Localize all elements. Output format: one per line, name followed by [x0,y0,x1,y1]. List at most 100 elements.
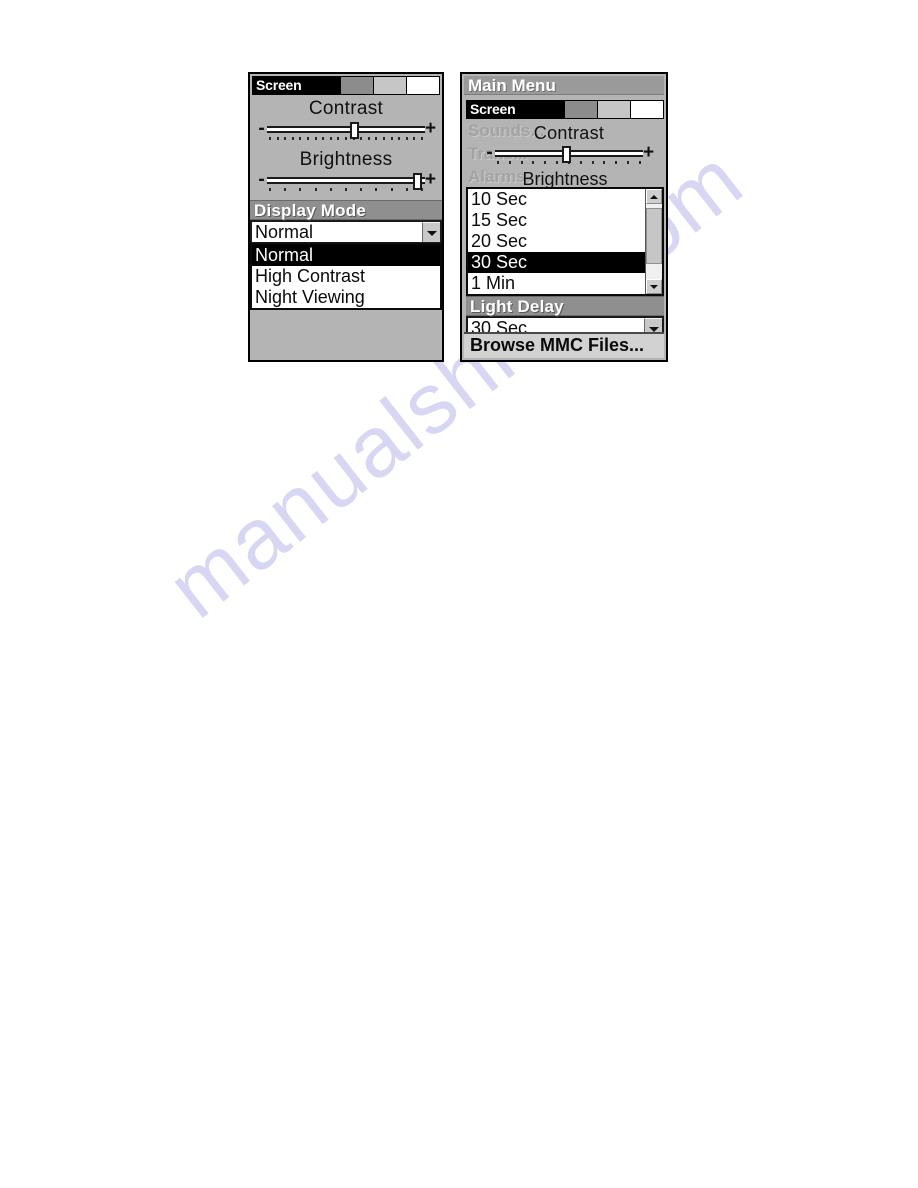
slider-tick [591,161,594,164]
light-delay-option[interactable]: 10 Sec [468,189,645,210]
contrast-swatch-white [406,77,439,94]
brightness-slider-row[interactable]: - + [256,170,436,190]
slider-tick [544,161,547,164]
contrast-slider-group-right: Contrast - + [466,122,664,167]
contrast-swatch-light-gray [373,77,406,94]
display-mode-option[interactable]: Night Viewing [252,287,440,308]
main-menu-header: Main Menu [464,76,664,95]
light-delay-options[interactable]: 10 Sec 15 Sec 20 Sec 30 Sec 1 Min [468,189,645,294]
contrast-track-wrap[interactable] [267,121,425,139]
screen-titlebar-label: Screen [253,77,306,94]
scrollbar-track[interactable] [646,204,662,279]
slider-tick [508,161,511,164]
brightness-minus-sign[interactable]: - [256,170,267,189]
slider-tick [390,137,393,140]
contrast-tickmarks [269,137,423,143]
brightness-plus-sign[interactable]: + [425,170,436,189]
contrast-label: Contrast [308,98,384,119]
slider-tick [284,188,287,191]
screen-settings-overlay: Screen Contrast - + Brightness 10 Sec 15… [466,100,664,340]
slider-tick [556,161,559,164]
slider-tick [367,137,370,140]
slider-tick [627,161,630,164]
slider-tick [269,188,271,191]
light-delay-option[interactable]: 30 Sec [468,252,645,273]
display-mode-selected-value: Normal [255,222,314,242]
scrollbar-thumb[interactable] [646,208,662,264]
slider-tick [360,137,363,140]
light-delay-option[interactable]: 15 Sec [468,210,645,231]
browse-mmc-files-button[interactable]: Browse MMC Files... [464,332,664,358]
slider-tick [375,137,378,140]
contrast-slider-row[interactable]: - + [256,119,436,139]
slider-tick [638,161,641,164]
brightness-track-wrap[interactable] [267,172,425,190]
contrast-thumb[interactable] [349,121,359,139]
brightness-thumb[interactable] [413,172,423,190]
slider-tick [291,137,294,140]
light-delay-option[interactable]: 1 Min [468,273,645,294]
slider-tick [405,188,408,191]
chevron-down-icon[interactable] [422,222,440,242]
titlebar-black-fill-right [519,101,564,118]
slider-tick [405,137,408,140]
contrast-minus-sign[interactable]: - [256,119,267,138]
scroll-down-arrow-icon[interactable] [646,279,662,294]
slider-tick [390,188,393,191]
list-scrollbar[interactable] [645,189,662,294]
slider-tick [398,137,401,140]
display-mode-option[interactable]: High Contrast [252,266,440,287]
slider-tick [532,161,535,164]
display-mode-header: Display Mode [250,200,442,220]
slider-tick [284,137,287,140]
slider-tick [615,161,618,164]
slider-tick [337,137,340,140]
slider-tick [375,188,378,191]
slider-tick [269,137,271,140]
display-mode-option-list[interactable]: Normal High Contrast Night Viewing [250,243,442,310]
slider-tick [306,137,309,140]
slider-tick [329,137,332,140]
light-delay-option[interactable]: 20 Sec [468,231,645,252]
slider-tick [520,161,523,164]
contrast-minus-sign-right[interactable]: - [484,143,495,162]
brightness-label: Brightness [299,149,393,170]
contrast-swatch-light-gray-right [597,101,630,118]
main-menu-panel-right: Main Menu ScreenSounds...Trans...Alarms.… [460,72,668,362]
slider-tick [579,161,582,164]
screen-titlebar-right: Screen [466,100,664,119]
contrast-swatch-gray [340,77,373,94]
light-delay-option-list[interactable]: 10 Sec 15 Sec 20 Sec 30 Sec 1 Min [466,187,664,296]
contrast-slider-row-right[interactable]: - + [484,143,654,163]
slider-tick [603,161,606,164]
contrast-plus-sign-right[interactable]: + [643,143,654,162]
slider-tick [329,188,332,191]
slider-tick [322,137,325,140]
light-delay-header: Light Delay [466,296,664,316]
slider-tick [420,137,423,140]
slider-tick [413,137,416,140]
slider-tick [382,137,385,140]
contrast-slider-group-left: Contrast - + [250,98,442,143]
screen-titlebar-left: Screen [252,76,440,95]
brightness-slider-group-left: Brightness - + [250,149,442,194]
slider-tick [497,161,499,164]
contrast-label-right: Contrast [533,123,605,143]
display-mode-option[interactable]: Normal [252,245,440,266]
slider-tick [299,188,302,191]
brightness-track[interactable] [267,176,425,184]
contrast-track-wrap-right[interactable] [495,145,643,163]
contrast-thumb-right[interactable] [562,145,572,163]
brightness-tickmarks [269,188,423,194]
slider-tick [344,188,347,191]
contrast-track[interactable] [267,125,425,133]
slider-tick [314,188,317,191]
slider-tick [344,137,347,140]
slider-tick [276,137,279,140]
contrast-plus-sign[interactable]: + [425,119,436,138]
slider-tick [314,137,317,140]
scroll-up-arrow-icon[interactable] [646,189,662,204]
slider-tick [299,137,302,140]
screen-titlebar-label-right: Screen [467,101,520,118]
display-mode-combobox[interactable]: Normal [250,220,442,244]
